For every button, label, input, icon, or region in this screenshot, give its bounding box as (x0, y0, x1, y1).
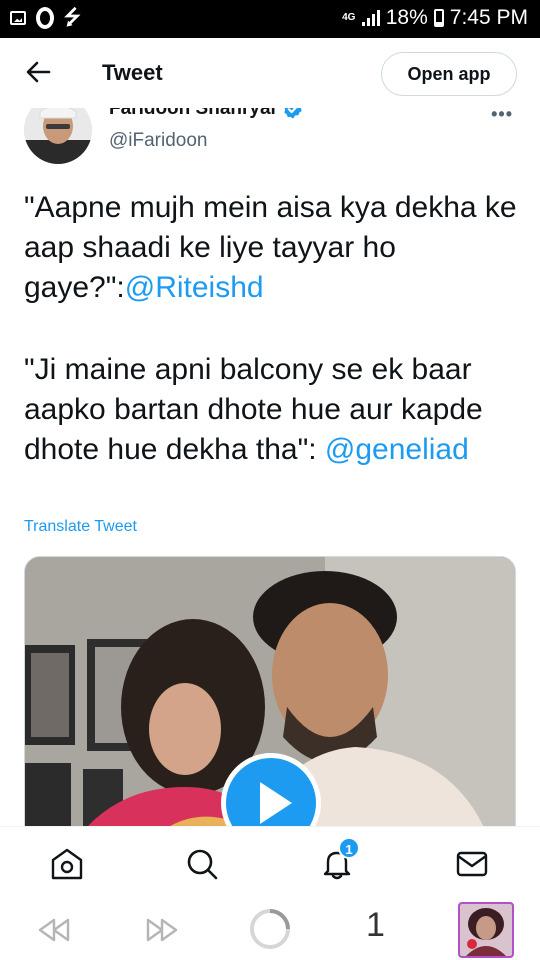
back-navigation-icon[interactable] (34, 910, 74, 950)
bottom-nav: 1 (0, 826, 540, 898)
tweet-quote-1: "Aapne mujh mein aisa kya dekha ke aap s… (24, 191, 517, 304)
page-title: Tweet (102, 60, 163, 85)
tab-switcher-thumbnail[interactable] (458, 902, 514, 958)
notification-badge: 1 (338, 837, 360, 859)
open-app-button[interactable]: Open app (381, 52, 517, 96)
battery-icon (433, 9, 444, 27)
back-arrow-icon[interactable] (24, 58, 52, 86)
header: Tweet Open app (0, 38, 540, 108)
status-bar: ⭍ 4G 18% 7:45 PM (0, 0, 540, 38)
tweet-video[interactable] (24, 556, 516, 856)
loading-spinner-icon[interactable] (248, 907, 292, 951)
translate-tweet-link[interactable]: Translate Tweet (24, 518, 137, 536)
network-type: 4G (342, 12, 356, 23)
search-icon[interactable] (185, 847, 219, 881)
battery-percent: 18% (385, 6, 428, 29)
usb-icon: ⭍ (64, 7, 81, 29)
tab-count[interactable]: 1 (366, 906, 385, 945)
tweet-text: "Aapne mujh mein aisa kya dekha ke aap s… (24, 188, 524, 470)
mention-link-riteishd[interactable]: @Riteishd (125, 271, 264, 304)
tweet-paragraph-2: "Ji maine apni balcony se ek baar aapko … (24, 350, 524, 470)
home-icon[interactable] (50, 847, 84, 881)
author-handle[interactable]: @iFaridoon (109, 130, 208, 152)
status-icons-left: ⭍ (10, 7, 81, 29)
opera-notification-icon (36, 7, 54, 29)
clock: 7:45 PM (449, 6, 528, 29)
signal-icon (361, 10, 380, 26)
forward-navigation-icon[interactable] (142, 910, 182, 950)
tweet-paragraph-1: "Aapne mujh mein aisa kya dekha ke aap s… (24, 188, 524, 308)
messages-envelope-icon[interactable] (455, 847, 489, 881)
mention-link-geneliad[interactable]: @geneliad (325, 433, 469, 466)
gallery-notification-icon (10, 11, 26, 25)
status-icons-right: 4G 18% 7:45 PM (342, 6, 528, 30)
